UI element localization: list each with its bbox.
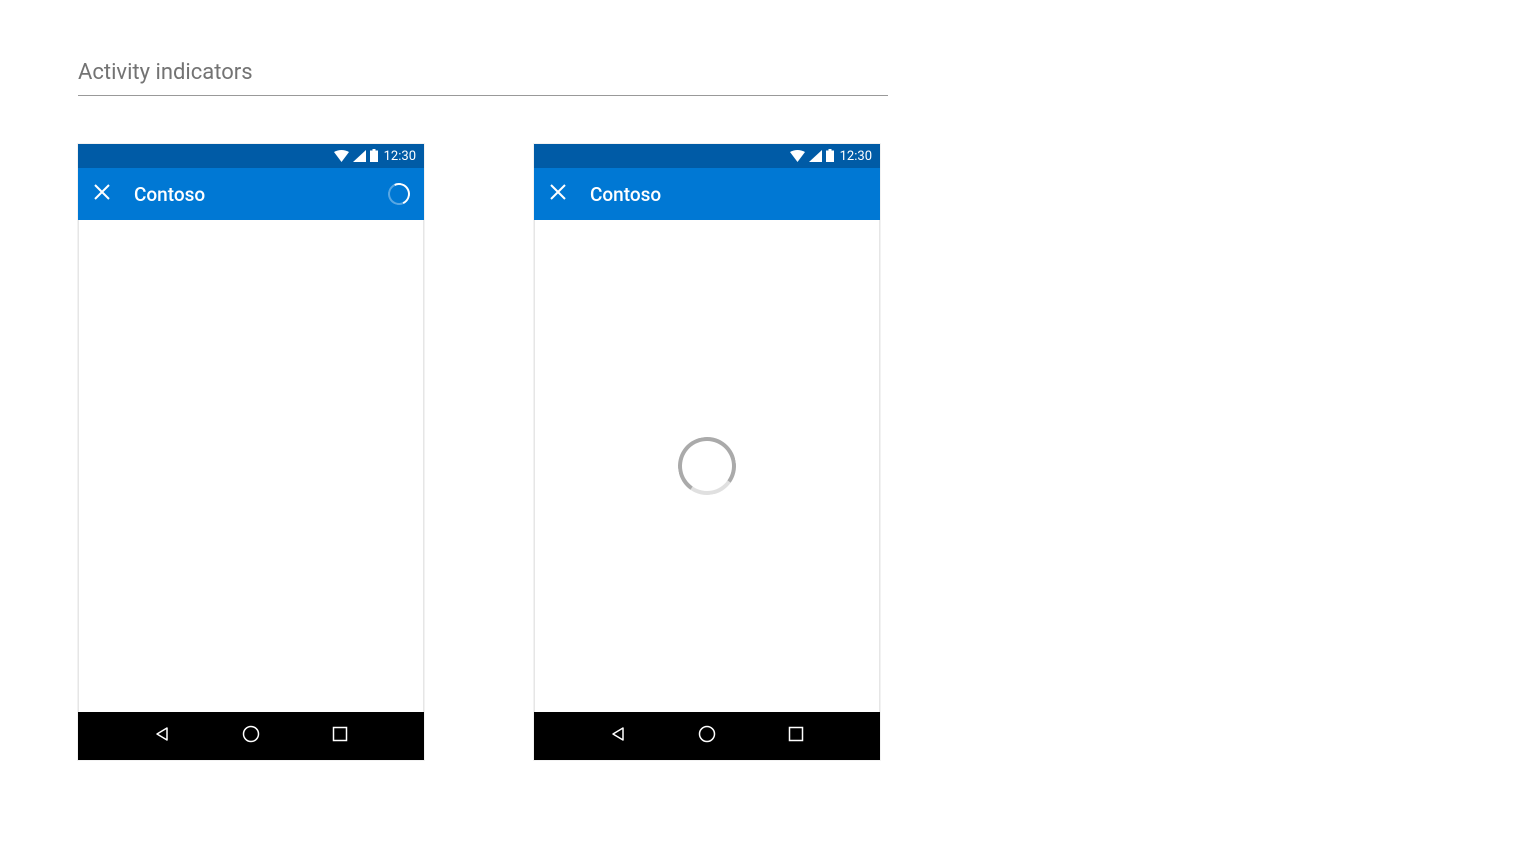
status-bar: 12:30 bbox=[78, 144, 424, 168]
home-circle-icon bbox=[698, 725, 716, 747]
page-title: Activity indicators bbox=[78, 60, 888, 96]
back-triangle-icon bbox=[154, 726, 170, 746]
battery-icon bbox=[826, 147, 834, 166]
spinner-icon bbox=[385, 180, 413, 208]
phone-mockup-content-spinner: 12:30 Contoso bbox=[534, 144, 880, 760]
status-time: 12:30 bbox=[384, 149, 416, 164]
navigation-bar bbox=[534, 712, 880, 760]
home-button[interactable] bbox=[231, 716, 271, 756]
app-title: Contoso bbox=[590, 183, 866, 206]
navigation-bar bbox=[78, 712, 424, 760]
phone-mockup-appbar-spinner: 12:30 Contoso bbox=[78, 144, 424, 760]
status-bar: 12:30 bbox=[534, 144, 880, 168]
app-bar: Contoso bbox=[78, 168, 424, 220]
home-button[interactable] bbox=[687, 716, 727, 756]
close-button[interactable] bbox=[92, 184, 112, 204]
content-area bbox=[534, 220, 880, 712]
back-button[interactable] bbox=[142, 716, 182, 756]
recents-button[interactable] bbox=[776, 716, 816, 756]
app-bar: Contoso bbox=[534, 168, 880, 220]
close-icon bbox=[94, 184, 110, 204]
cellular-icon bbox=[353, 147, 366, 166]
battery-icon bbox=[370, 147, 378, 166]
phones-row: 12:30 Contoso bbox=[78, 144, 1440, 760]
recents-square-icon bbox=[788, 726, 804, 746]
recents-square-icon bbox=[332, 726, 348, 746]
close-icon bbox=[550, 184, 566, 204]
cellular-icon bbox=[809, 147, 822, 166]
close-button[interactable] bbox=[548, 184, 568, 204]
home-circle-icon bbox=[242, 725, 260, 747]
recents-button[interactable] bbox=[320, 716, 360, 756]
wifi-icon bbox=[334, 147, 349, 166]
spinner-icon bbox=[673, 432, 740, 499]
wifi-icon bbox=[790, 147, 805, 166]
back-triangle-icon bbox=[610, 726, 626, 746]
status-time: 12:30 bbox=[840, 149, 872, 164]
back-button[interactable] bbox=[598, 716, 638, 756]
activity-indicator-small bbox=[388, 183, 410, 205]
app-title: Contoso bbox=[134, 183, 366, 206]
activity-indicator-large bbox=[678, 437, 736, 495]
content-area bbox=[78, 220, 424, 712]
